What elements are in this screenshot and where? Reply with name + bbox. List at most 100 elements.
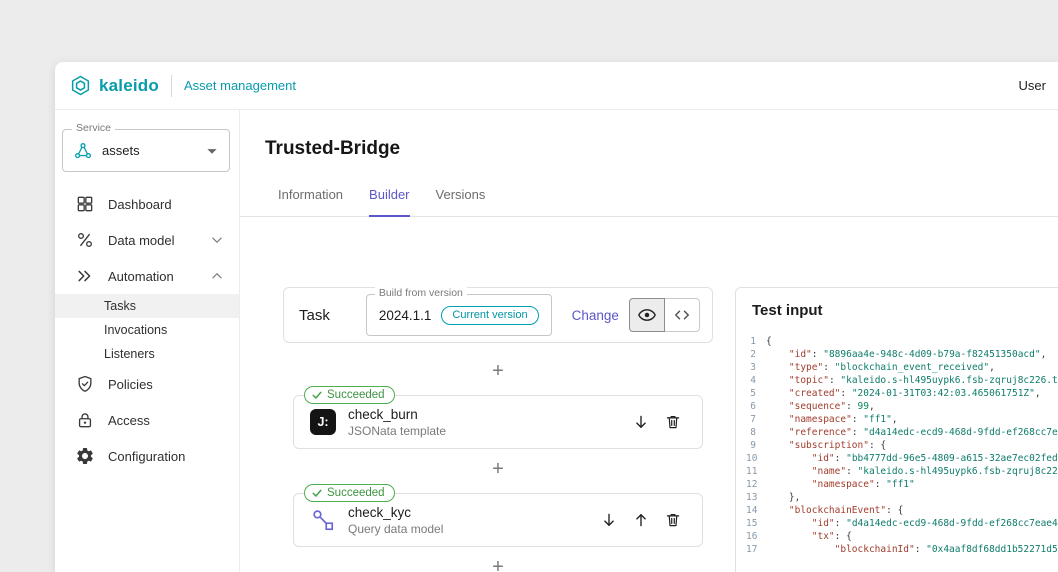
sidebar-item-invocations[interactable]: Invocations bbox=[55, 318, 239, 342]
tab-bar: Information Builder Versions bbox=[240, 187, 1058, 217]
sidebar-item-configuration[interactable]: Configuration bbox=[55, 438, 239, 474]
view-toggle-group bbox=[629, 298, 700, 332]
step-name: check_burn bbox=[348, 406, 418, 422]
code-line: 8 "reference": "d4a14edc-ecd9-468d-9fdd-… bbox=[750, 427, 1058, 438]
product-name: Asset management bbox=[183, 78, 296, 93]
task-bar: Task Build from version 2024.1.1 Current… bbox=[283, 287, 713, 343]
move-step-down-button[interactable] bbox=[596, 507, 622, 533]
sidebar-item-label: Data model bbox=[108, 232, 175, 248]
code-line: 5 "created": "2024-01-31T03:42:03.465061… bbox=[750, 388, 1041, 399]
code-line: 12 "namespace": "ff1" bbox=[746, 479, 915, 490]
delete-step-button[interactable] bbox=[660, 409, 686, 435]
code-line: 2 "id": "8896aa4e-948c-4d09-b79a-f824513… bbox=[750, 349, 1047, 360]
sidebar-item-data-model[interactable]: Data model bbox=[55, 222, 239, 258]
sidebar-item-access[interactable]: Access bbox=[55, 402, 239, 438]
step-type: Query data model bbox=[348, 521, 444, 536]
sidebar-item-listeners[interactable]: Listeners bbox=[55, 342, 239, 366]
code-line: 7 "namespace": "ff1", bbox=[750, 414, 898, 425]
sidebar-item-label: Tasks bbox=[104, 299, 136, 313]
code-line: 13 }, bbox=[746, 492, 801, 503]
status-badge-label: Succeeded bbox=[327, 389, 385, 401]
step-card-check-burn[interactable]: Succeeded J: check_burn JSONata template bbox=[293, 386, 703, 449]
tab-information[interactable]: Information bbox=[278, 187, 343, 216]
lock-icon bbox=[75, 410, 95, 430]
task-builder: Task Build from version 2024.1.1 Current… bbox=[283, 287, 713, 572]
main-content: Trusted-Bridge Information Builder Versi… bbox=[240, 110, 1058, 572]
code-line: 14 "blockchainEvent": { bbox=[746, 505, 904, 516]
brand-wordmark: kaleido bbox=[99, 75, 159, 95]
code-line: 6 "sequence": 99, bbox=[750, 401, 875, 412]
flow-canvas: + Succeeded J: check_burn JSONata templa… bbox=[283, 343, 713, 572]
sidebar-item-label: Access bbox=[108, 412, 150, 428]
dashboard-icon bbox=[75, 194, 95, 214]
move-step-up-button[interactable] bbox=[628, 507, 654, 533]
code-line: 11 "name": "kaleido.s-hl495uypk6.fsb-zqr… bbox=[746, 466, 1058, 477]
add-step-button[interactable]: + bbox=[484, 359, 512, 383]
header-divider bbox=[170, 74, 172, 97]
step-card-check-kyc[interactable]: Succeeded check_kyc Query data model bbox=[293, 484, 703, 547]
add-step-button[interactable]: + bbox=[484, 555, 512, 572]
move-step-down-button[interactable] bbox=[628, 409, 654, 435]
change-version-button[interactable]: Change bbox=[566, 307, 625, 324]
code-line: 1{ bbox=[750, 336, 772, 347]
chevron-up-icon bbox=[207, 266, 227, 286]
user-menu[interactable]: User bbox=[1019, 78, 1046, 93]
delete-step-button[interactable] bbox=[660, 507, 686, 533]
build-from-version-field: Build from version 2024.1.1 Current vers… bbox=[365, 287, 552, 336]
sidebar-item-policies[interactable]: Policies bbox=[55, 366, 239, 402]
current-version-chip: Current version bbox=[441, 305, 539, 325]
chevron-down-icon bbox=[207, 230, 227, 250]
version-value: 2024.1.1 bbox=[378, 307, 432, 323]
sidebar-item-dashboard[interactable]: Dashboard bbox=[55, 186, 239, 222]
code-line: 4 "topic": "kaleido.s-hl495uypk6.fsb-zqr… bbox=[750, 375, 1058, 386]
sidebar-item-label: Listeners bbox=[104, 347, 155, 361]
task-label: Task bbox=[299, 306, 330, 324]
sidebar-item-label: Policies bbox=[108, 376, 153, 392]
caret-down-icon bbox=[201, 140, 223, 162]
status-badge-label: Succeeded bbox=[327, 487, 385, 499]
data-model-icon bbox=[75, 230, 95, 250]
sidebar-item-automation[interactable]: Automation bbox=[55, 258, 239, 294]
page-title: Trusted-Bridge bbox=[265, 138, 401, 159]
eye-icon bbox=[637, 305, 657, 325]
code-line: 9 "subscription": { bbox=[750, 440, 887, 451]
preview-toggle-button[interactable] bbox=[629, 298, 665, 332]
service-select[interactable]: Service assets bbox=[62, 122, 230, 172]
sidebar-item-label: Invocations bbox=[104, 323, 168, 337]
shield-icon bbox=[75, 374, 95, 394]
test-input-panel: Test input 1{ 2 "id": "8896aa4e-948c-4d09… bbox=[735, 287, 1058, 572]
sidebar-item-label: Automation bbox=[108, 268, 174, 284]
service-select-label: Service bbox=[72, 122, 116, 134]
sidebar: Service assets Dashboard Data model Auto… bbox=[55, 110, 240, 572]
code-line: 15 "id": "d4a14edc-ecd9-468d-9fdd-ef268c… bbox=[746, 518, 1058, 529]
code-line: 17 "blockchainId": "0x4aaf8df68dd1b52271… bbox=[746, 544, 1058, 555]
code-editor[interactable]: 1{ 2 "id": "8896aa4e-948c-4d09-b79a-f8245… bbox=[746, 335, 1058, 556]
app-header: kaleido Asset management User bbox=[55, 62, 1058, 110]
code-line: 10 "id": "bb4777dd-96e5-4809-a615-32ae7e… bbox=[746, 453, 1058, 464]
status-badge: Succeeded bbox=[304, 386, 395, 404]
jsonata-icon: J: bbox=[310, 409, 336, 435]
test-input-title: Test input bbox=[752, 302, 823, 319]
assets-service-icon bbox=[73, 141, 93, 161]
app-window: kaleido Asset management User Service as… bbox=[55, 62, 1058, 572]
automation-icon bbox=[75, 266, 95, 286]
step-name: check_kyc bbox=[348, 504, 412, 520]
query-data-model-icon bbox=[310, 507, 336, 533]
sidebar-item-label: Configuration bbox=[108, 448, 186, 464]
gear-icon bbox=[75, 446, 95, 466]
step-type: JSONata template bbox=[348, 423, 447, 438]
code-line: 16 "tx": { bbox=[746, 531, 852, 542]
tab-builder[interactable]: Builder bbox=[369, 187, 410, 217]
tab-versions[interactable]: Versions bbox=[436, 187, 486, 216]
code-icon bbox=[672, 305, 692, 325]
status-badge: Succeeded bbox=[304, 484, 395, 502]
service-select-value: assets bbox=[102, 143, 140, 158]
check-icon bbox=[311, 389, 323, 401]
code-line: 3 "type": "blockchain_event_received", bbox=[750, 362, 995, 373]
sidebar-item-label: Dashboard bbox=[108, 196, 172, 212]
add-step-button[interactable]: + bbox=[484, 457, 512, 481]
code-view-toggle-button[interactable] bbox=[664, 298, 700, 332]
build-from-version-label: Build from version bbox=[374, 287, 467, 299]
sidebar-item-tasks[interactable]: Tasks bbox=[55, 294, 239, 318]
check-icon bbox=[311, 487, 323, 499]
